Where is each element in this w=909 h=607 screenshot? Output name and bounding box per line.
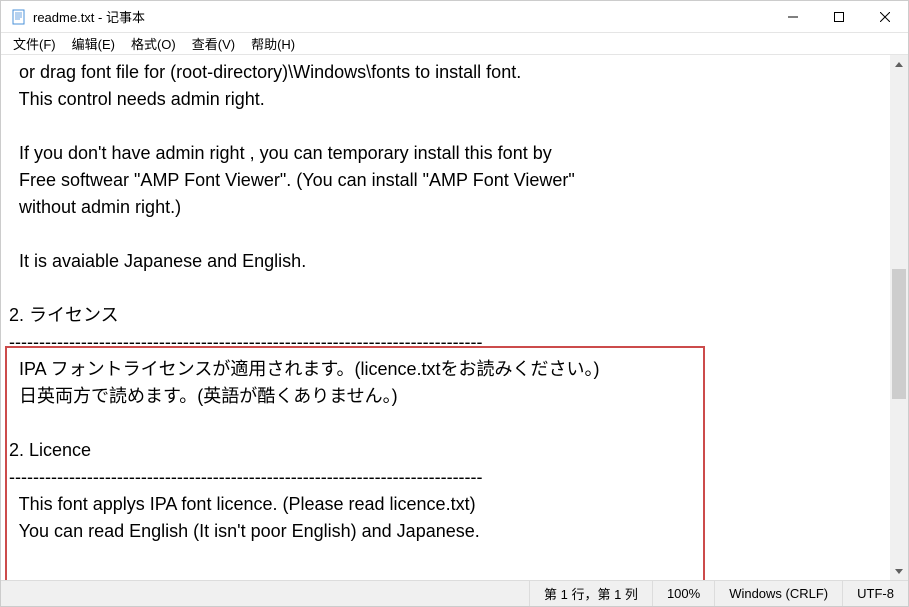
text-line: Free softwear "AMP Font Viewer". (You ca… bbox=[9, 170, 575, 190]
status-lineending: Windows (CRLF) bbox=[714, 581, 842, 606]
text-line: It is avaiable Japanese and English. bbox=[9, 251, 306, 271]
text-line: You can read English (It isn't poor Engl… bbox=[9, 521, 480, 541]
scroll-down-button[interactable] bbox=[890, 562, 908, 580]
text-line: ----------------------------------------… bbox=[9, 467, 483, 487]
text-line: This font applys IPA font licence. (Plea… bbox=[9, 494, 476, 514]
titlebar: readme.txt - 记事本 bbox=[1, 1, 908, 33]
statusbar-spacer bbox=[1, 581, 529, 606]
menubar: 文件(F) 编辑(E) 格式(O) 查看(V) 帮助(H) bbox=[1, 33, 908, 55]
menu-help[interactable]: 帮助(H) bbox=[243, 32, 303, 55]
text-line: without admin right.) bbox=[9, 197, 181, 217]
text-line: If you don't have admin right , you can … bbox=[9, 143, 552, 163]
menu-format[interactable]: 格式(O) bbox=[123, 32, 184, 55]
vertical-scrollbar[interactable] bbox=[890, 55, 908, 580]
window-title: readme.txt - 记事本 bbox=[33, 7, 770, 26]
text-line: ----------------------------------------… bbox=[9, 332, 483, 352]
minimize-button[interactable] bbox=[770, 1, 816, 33]
scrollbar-thumb[interactable] bbox=[892, 269, 906, 399]
status-position: 第 1 行，第 1 列 bbox=[529, 581, 652, 606]
close-button[interactable] bbox=[862, 1, 908, 33]
text-line: 日英両方で読めます。(英語が酷くありません。) bbox=[9, 386, 398, 406]
status-encoding: UTF-8 bbox=[842, 581, 908, 606]
text-line: IPA フォントライセンスが適用されます。(licence.txtをお読みくださ… bbox=[9, 359, 600, 379]
text-line: 2. ライセンス bbox=[9, 305, 119, 325]
scroll-up-button[interactable] bbox=[890, 55, 908, 73]
notepad-icon bbox=[11, 9, 27, 25]
menu-edit[interactable]: 编辑(E) bbox=[64, 32, 123, 55]
maximize-button[interactable] bbox=[816, 1, 862, 33]
menu-view[interactable]: 查看(V) bbox=[184, 32, 243, 55]
text-line: or drag font file for (root-directory)\W… bbox=[9, 62, 521, 82]
text-line: 2. Licence bbox=[9, 440, 91, 460]
editor-area: or drag font file for (root-directory)\W… bbox=[1, 55, 908, 580]
text-content[interactable]: or drag font file for (root-directory)\W… bbox=[1, 55, 890, 580]
statusbar: 第 1 行，第 1 列 100% Windows (CRLF) UTF-8 bbox=[1, 580, 908, 606]
scrollbar-track[interactable] bbox=[890, 73, 908, 562]
window-controls bbox=[770, 1, 908, 33]
status-zoom: 100% bbox=[652, 581, 714, 606]
menu-file[interactable]: 文件(F) bbox=[5, 32, 64, 55]
text-line: This control needs admin right. bbox=[9, 89, 265, 109]
